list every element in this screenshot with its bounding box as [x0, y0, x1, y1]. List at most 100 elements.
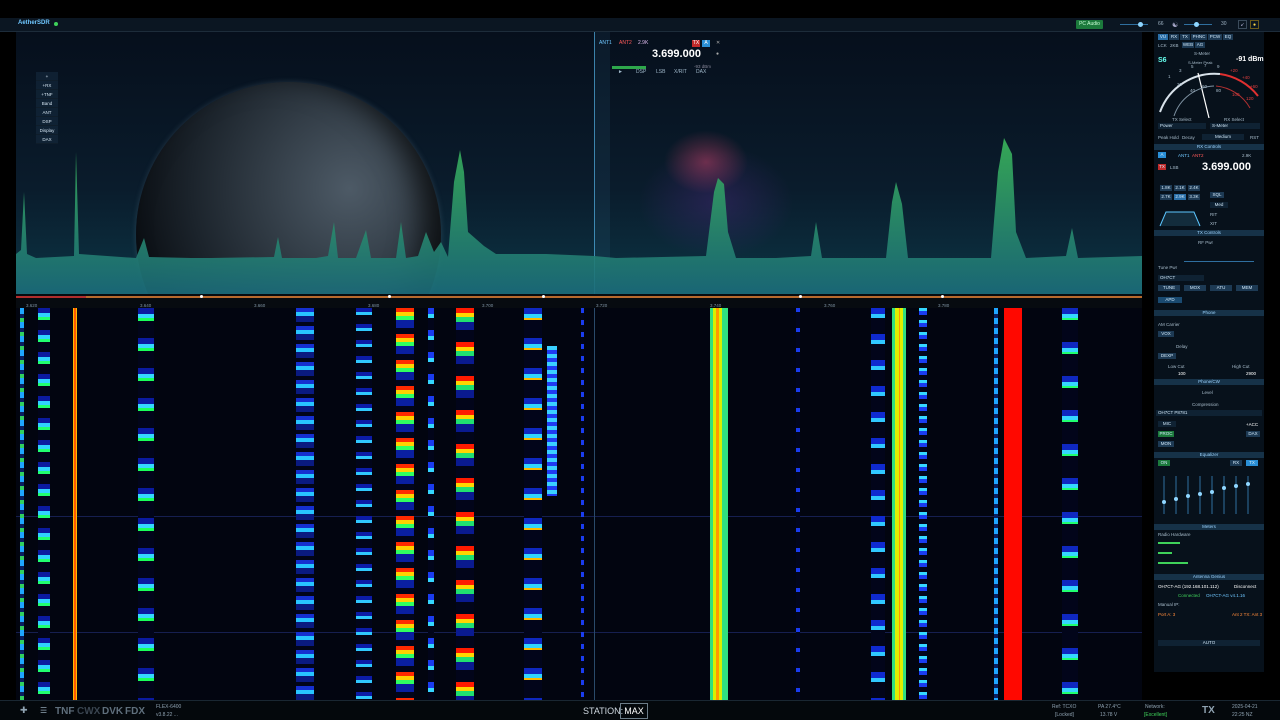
tab-lck[interactable]: LCK: [1158, 43, 1167, 48]
menu-dax-button[interactable]: DAX: [36, 135, 58, 144]
decay-dropdown[interactable]: Medium: [1202, 134, 1244, 140]
tab-rx[interactable]: RX: [1169, 34, 1179, 40]
tab-eq[interactable]: EQ: [1223, 34, 1233, 40]
menu-add-rx-button[interactable]: +RX: [36, 81, 58, 90]
vfo-slice-badge[interactable]: A: [702, 40, 710, 47]
rit-label[interactable]: RIT: [1210, 212, 1217, 217]
dax-tx-button[interactable]: DAX: [1246, 431, 1260, 437]
spot-marker[interactable]: [799, 295, 802, 298]
cwx-button[interactable]: CWX: [77, 706, 100, 717]
menu-add-tnf-button[interactable]: +TNF: [36, 90, 58, 99]
tab-pcw[interactable]: PCW: [1208, 34, 1222, 40]
frequency-axis[interactable]: 3.620 3.640 3.660 3.680 3.700 3.720 3.74…: [16, 294, 1142, 308]
eq-tx-button[interactable]: TX: [1246, 460, 1258, 466]
mem-button[interactable]: MEM: [1236, 285, 1258, 291]
vfo-dsp-button[interactable]: DSP: [636, 69, 646, 75]
tnf-button[interactable]: TNF: [55, 706, 74, 717]
proc-button[interactable]: PROC: [1158, 431, 1174, 437]
xit-label[interactable]: XIT: [1210, 221, 1217, 226]
rx-slice-badge[interactable]: A: [1158, 152, 1166, 158]
menu-ant-button[interactable]: ANT: [36, 108, 58, 117]
volume-knob-1[interactable]: [1138, 22, 1143, 27]
vfo-dax-button[interactable]: DAX: [696, 69, 706, 75]
tx-profile-dropdown[interactable]: OH7CT: [1158, 275, 1204, 281]
lightbulb-icon[interactable]: ●: [1250, 20, 1259, 29]
spot-marker[interactable]: [941, 295, 944, 298]
rx-ant2[interactable]: ANT2: [1192, 153, 1204, 158]
mox-button[interactable]: MOX: [1184, 285, 1206, 291]
low-cut-value[interactable]: 100: [1178, 371, 1186, 376]
vfo-tx-button[interactable]: TX: [692, 40, 700, 47]
filter-button[interactable]: 2.7K: [1160, 194, 1172, 200]
equalizer-sliders[interactable]: [1158, 474, 1262, 516]
mic-source-dropdown[interactable]: MIC: [1158, 421, 1176, 427]
rx-mode[interactable]: LSB: [1170, 165, 1179, 170]
atu-button[interactable]: ATU: [1210, 285, 1232, 291]
mon-button[interactable]: MON: [1158, 441, 1174, 447]
headphone-icon[interactable]: ☯: [1172, 21, 1178, 29]
spot-marker[interactable]: [542, 295, 545, 298]
vfo-speaker-icon[interactable]: ►: [618, 69, 623, 75]
rx-ant1[interactable]: ANT1: [1178, 153, 1190, 158]
rx-tx-button[interactable]: TX: [1158, 164, 1166, 170]
vfo-close-icon[interactable]: ✕: [716, 40, 720, 46]
menu-display-button[interactable]: Display: [36, 126, 58, 135]
tab-web[interactable]: WEB: [1182, 42, 1194, 48]
filter-button[interactable]: 2.1K: [1174, 185, 1186, 191]
vfo-ant1[interactable]: ANT1: [599, 40, 612, 46]
rx-select-dropdown[interactable]: S-Meter: [1210, 123, 1260, 129]
vox-button[interactable]: VOX: [1158, 331, 1174, 337]
rst-button[interactable]: RST: [1250, 135, 1259, 140]
ag-device[interactable]: OH7CT-AG (192.168.101.112): [1158, 584, 1219, 589]
spot-marker[interactable]: [388, 295, 391, 298]
volume-knob-2[interactable]: [1194, 22, 1199, 27]
rx-frequency[interactable]: 3.699.000: [1202, 161, 1251, 173]
pc-audio-button[interactable]: PC Audio: [1076, 20, 1103, 29]
apd-button[interactable]: APD: [1158, 297, 1182, 303]
acc-button[interactable]: +ACC: [1246, 422, 1258, 427]
dexp-button[interactable]: DEXP: [1158, 353, 1176, 359]
dvk-button[interactable]: DVK: [102, 706, 123, 717]
spot-marker[interactable]: [200, 295, 203, 298]
panadapter[interactable]: + +RX +TNF Band ANT DSP Display DAX ANT1…: [16, 32, 1142, 294]
menu-icon[interactable]: ☰: [40, 706, 47, 715]
ag-disconnect-button[interactable]: Disconnect: [1234, 584, 1256, 589]
add-panel-icon[interactable]: ✚: [20, 705, 28, 716]
eq-rx-button[interactable]: RX: [1230, 460, 1242, 466]
tune-button[interactable]: TUNE: [1158, 285, 1180, 291]
filter-button-selected[interactable]: 2.9K: [1174, 194, 1186, 200]
fdx-button[interactable]: FDX: [125, 706, 145, 717]
vfo-ant2[interactable]: ANT2: [619, 40, 632, 46]
volume-slider-1[interactable]: [1120, 24, 1148, 25]
vfo-lock-icon[interactable]: ●: [716, 51, 719, 57]
eq-on-button[interactable]: ON: [1158, 460, 1170, 466]
tab-phnc[interactable]: PHNC: [1191, 34, 1207, 40]
vfo-bandwidth[interactable]: 2.9K: [638, 40, 648, 46]
rf-power-slider[interactable]: [1184, 261, 1254, 262]
filter-button[interactable]: 3.3K: [1188, 194, 1200, 200]
tab-tx[interactable]: TX: [1180, 34, 1190, 40]
filter-button[interactable]: 2.4K: [1188, 185, 1200, 191]
tab-vu[interactable]: VU: [1158, 34, 1168, 40]
high-cut-value[interactable]: 2900: [1246, 371, 1256, 376]
auto-button[interactable]: AUTO: [1158, 640, 1260, 646]
vfo-flag[interactable]: ANT1 ANT2 2.9K TX A ✕ 3.699.000 ● -93 dB…: [596, 36, 724, 80]
vfo-mode-button[interactable]: LSB: [656, 69, 665, 75]
menu-dsp-button[interactable]: DSP: [36, 117, 58, 126]
vfo-xrit-button[interactable]: X/RIT: [674, 69, 687, 75]
peak-hold-label[interactable]: Peak Hold: [1158, 135, 1179, 140]
tx-select-dropdown[interactable]: Power: [1158, 123, 1206, 129]
station-name[interactable]: MAX: [620, 703, 648, 719]
mic-profile-dropdown[interactable]: OH7CT P8781: [1156, 410, 1262, 416]
sql-button[interactable]: SQL: [1210, 192, 1224, 198]
agc-dropdown[interactable]: Med: [1210, 202, 1228, 208]
menu-band-button[interactable]: Band: [36, 99, 58, 108]
rx-bw[interactable]: 2.9K: [1242, 153, 1251, 158]
tab-ag[interactable]: AG: [1195, 42, 1205, 48]
menu-collapse-button[interactable]: +: [36, 72, 58, 81]
filter-button[interactable]: 1.8K: [1160, 185, 1172, 191]
waterfall[interactable]: [16, 308, 1142, 700]
vfo-frequency[interactable]: 3.699.000: [652, 48, 701, 60]
tab-2kb[interactable]: 2KB: [1170, 43, 1179, 48]
minimize-icon[interactable]: ↙: [1238, 20, 1247, 29]
